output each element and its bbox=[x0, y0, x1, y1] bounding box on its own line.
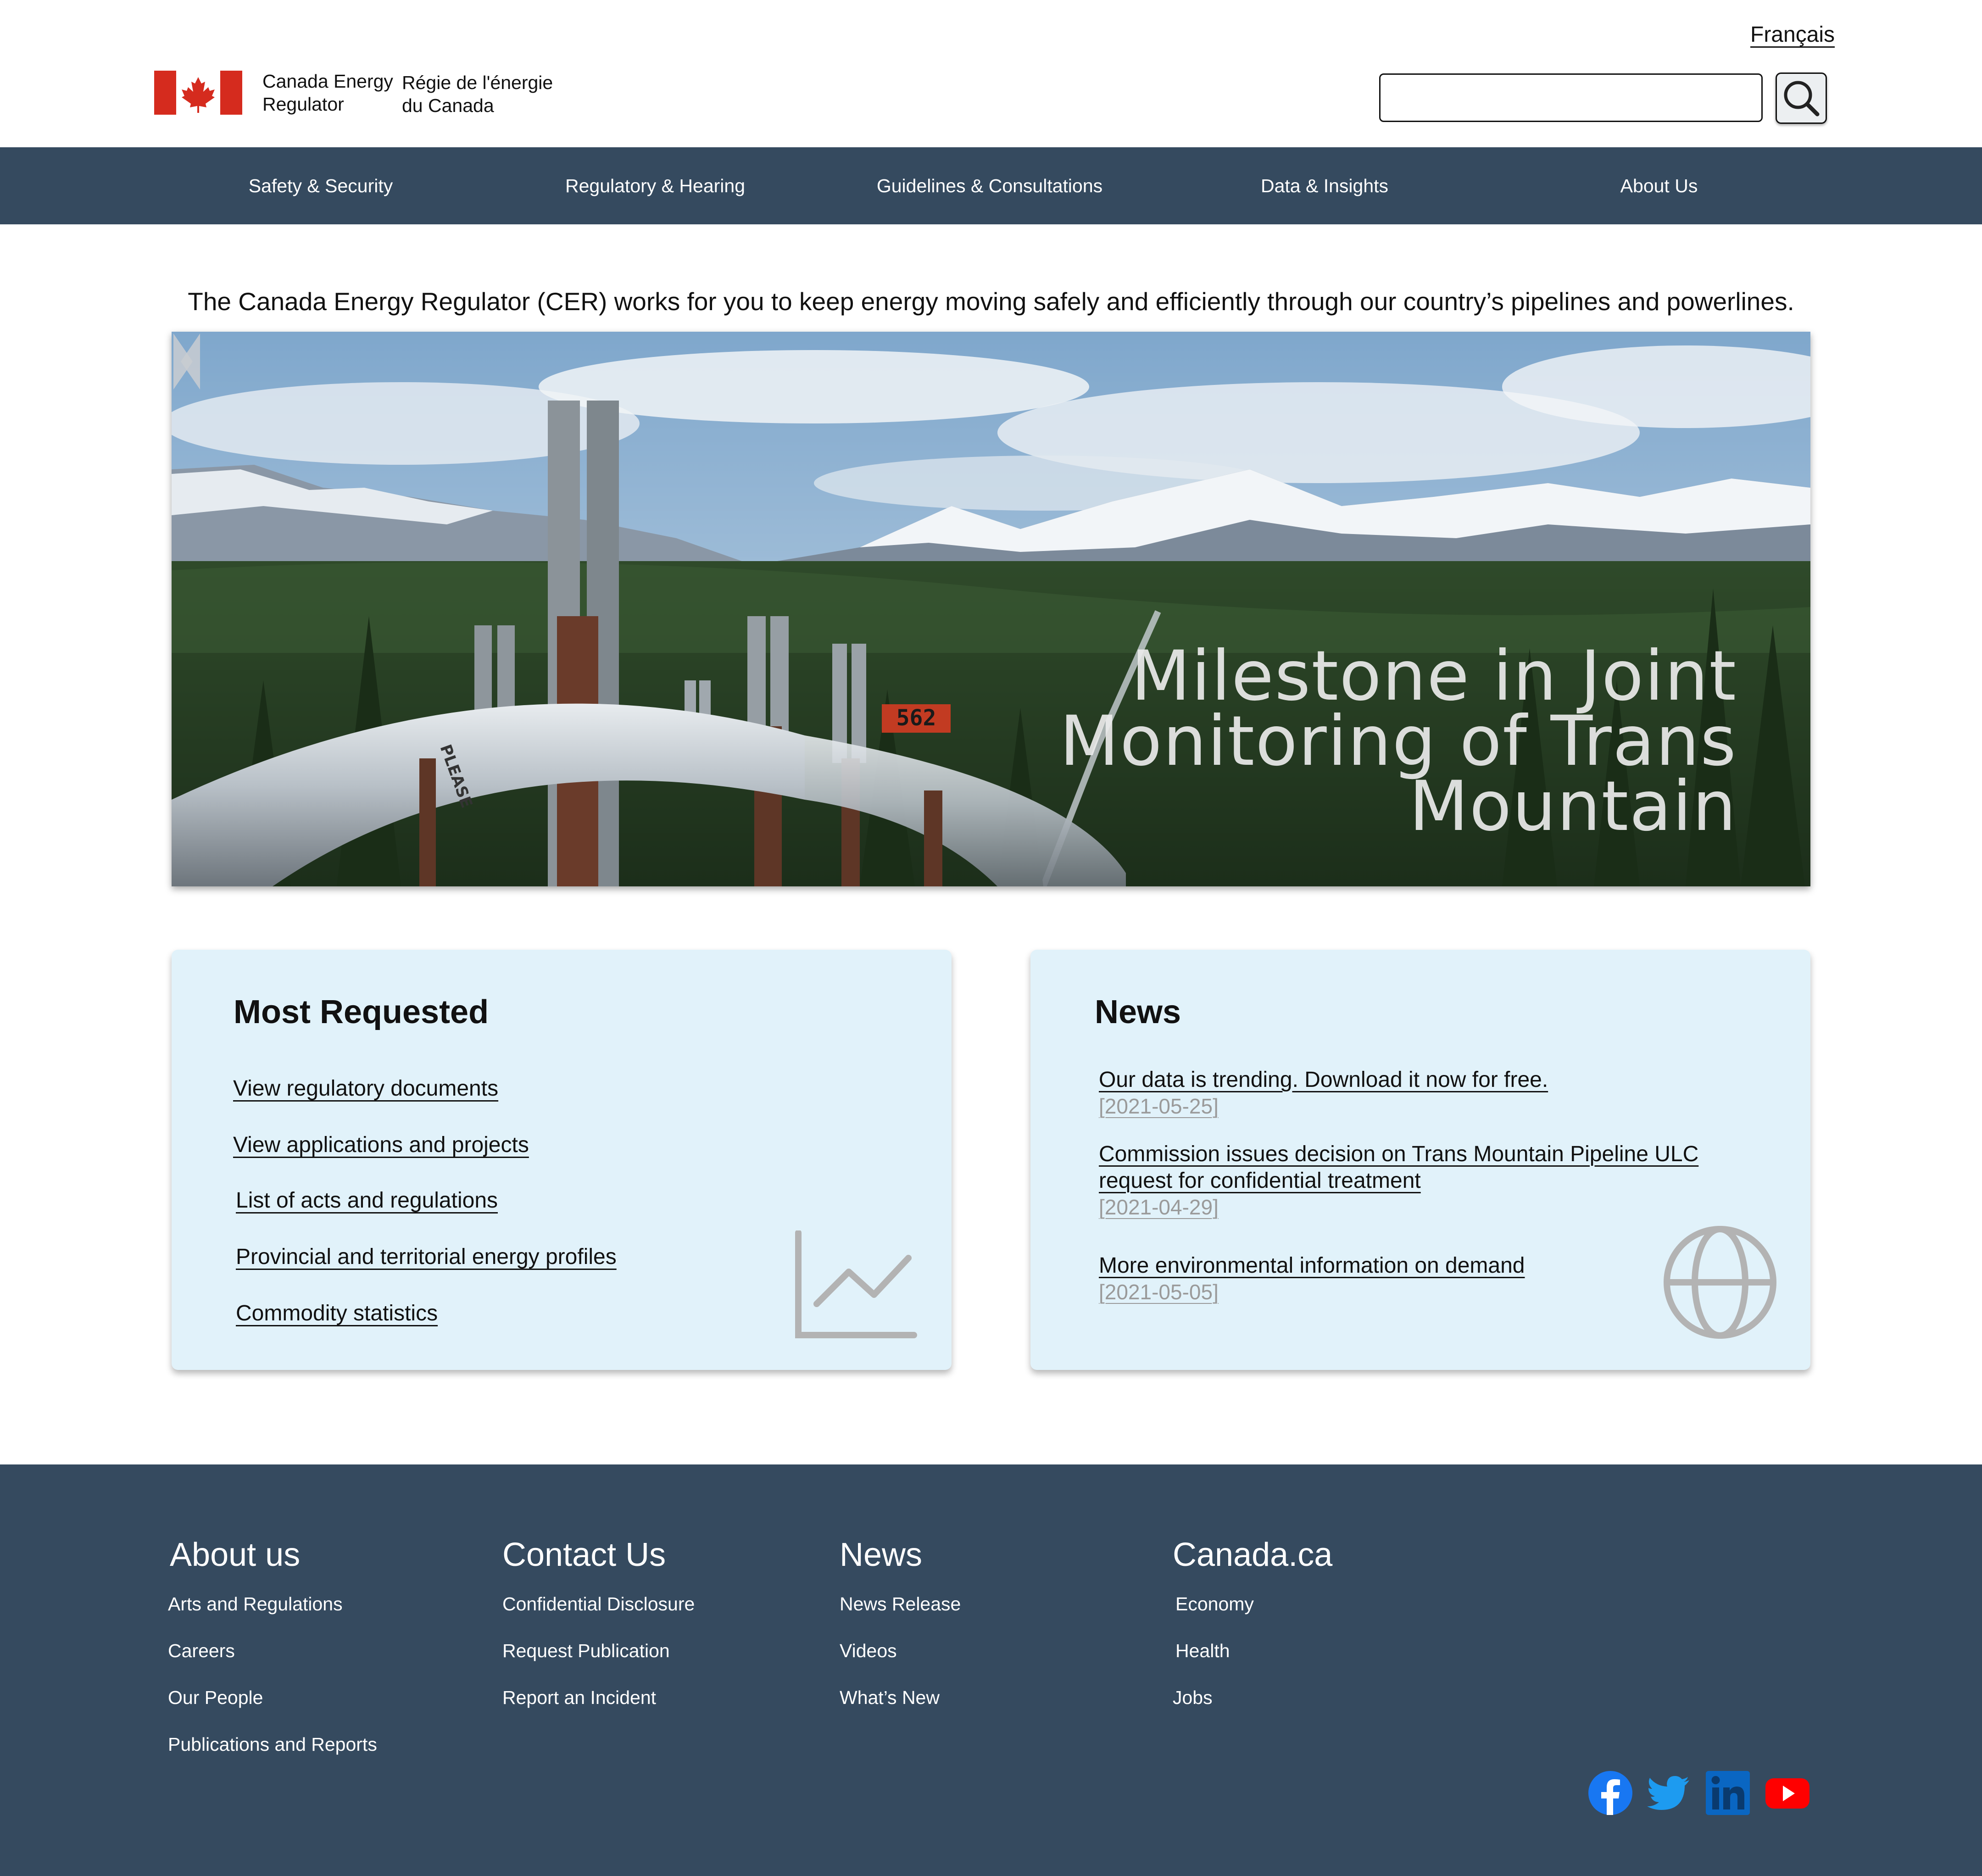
most-requested-link[interactable]: Provincial and territorial energy profil… bbox=[236, 1244, 617, 1269]
twitter-icon[interactable] bbox=[1646, 1770, 1692, 1816]
footer-column-about: About us Arts and Regulations Careers Ou… bbox=[168, 1536, 377, 1778]
footer-heading: Contact Us bbox=[502, 1536, 666, 1573]
most-requested-link[interactable]: List of acts and regulations bbox=[236, 1188, 498, 1213]
footer-link[interactable]: Economy bbox=[1175, 1591, 1332, 1638]
footer-heading: About us bbox=[170, 1536, 301, 1573]
hero-title[interactable]: Milestone in Joint Monitoring of Trans M… bbox=[911, 642, 1737, 841]
nav-item-data-insights[interactable]: Data & Insights bbox=[1261, 147, 1388, 224]
news-title: News bbox=[1095, 994, 1181, 1030]
nav-item-safety-security[interactable]: Safety & Security bbox=[249, 147, 393, 224]
footer-link[interactable]: Careers bbox=[168, 1638, 377, 1685]
nav-item-about-us[interactable]: About Us bbox=[1620, 147, 1698, 224]
intro-statement: The Canada Energy Regulator (CER) works … bbox=[188, 287, 1794, 316]
linkedin-icon[interactable] bbox=[1705, 1770, 1751, 1816]
footer-link[interactable]: Request Publication bbox=[502, 1638, 695, 1685]
news-date: [2021-05-05] bbox=[1099, 1280, 1219, 1304]
canada-flag-icon bbox=[154, 71, 242, 115]
footer-link[interactable]: Publications and Reports bbox=[168, 1731, 377, 1778]
nav-item-guidelines-consultations[interactable]: Guidelines & Consultations bbox=[877, 147, 1102, 224]
line-chart-icon bbox=[795, 1230, 917, 1338]
news-card: News Our data is trending. Download it n… bbox=[1030, 950, 1810, 1370]
hero-carousel[interactable]: 562 PLEASE Milestone in Joint Monitoring… bbox=[172, 332, 1810, 886]
nav-item-regulatory-hearing[interactable]: Regulatory & Hearing bbox=[565, 147, 745, 224]
footer-link[interactable]: Jobs bbox=[1173, 1685, 1332, 1731]
footer-link[interactable]: Our People bbox=[168, 1685, 377, 1731]
youtube-icon[interactable] bbox=[1765, 1770, 1810, 1816]
site-logo[interactable]: Canada Energy Regulator Régie de l'énerg… bbox=[154, 70, 567, 120]
news-date: [2021-04-29] bbox=[1099, 1195, 1219, 1219]
facebook-icon[interactable] bbox=[1587, 1770, 1633, 1816]
most-requested-title: Most Requested bbox=[234, 994, 489, 1030]
footer-link[interactable]: Report an Incident bbox=[502, 1685, 695, 1731]
news-item: Commission issues decision on Trans Moun… bbox=[1099, 1141, 1778, 1220]
globe-icon bbox=[1664, 1226, 1776, 1339]
brand-name-english: Canada Energy Regulator bbox=[262, 71, 393, 115]
footer-link[interactable]: Confidential Disclosure bbox=[502, 1591, 695, 1638]
main-navigation: Safety & Security Regulatory & Hearing G… bbox=[0, 147, 1982, 224]
search-input[interactable] bbox=[1379, 73, 1763, 122]
language-toggle-link[interactable]: Français bbox=[1750, 22, 1835, 47]
news-link[interactable]: Our data is trending. Download it now fo… bbox=[1099, 1067, 1778, 1093]
most-requested-link[interactable]: Commodity statistics bbox=[236, 1301, 438, 1326]
footer-heading: Canada.ca bbox=[1173, 1536, 1333, 1573]
footer-heading: News bbox=[840, 1536, 923, 1573]
news-item: Our data is trending. Download it now fo… bbox=[1099, 1067, 1778, 1119]
carousel-next-arrow-icon[interactable] bbox=[172, 332, 195, 391]
footer-link[interactable]: What’s New bbox=[840, 1685, 961, 1731]
footer-column-canada: Canada.ca Economy Health Jobs bbox=[1173, 1536, 1332, 1731]
most-requested-link[interactable]: View applications and projects bbox=[233, 1132, 529, 1158]
magnifier-icon bbox=[1784, 81, 1820, 117]
footer-column-contact: Contact Us Confidential Disclosure Reque… bbox=[502, 1536, 695, 1731]
search-button[interactable] bbox=[1776, 72, 1827, 124]
news-date: [2021-05-25] bbox=[1099, 1094, 1219, 1118]
most-requested-link[interactable]: View regulatory documents bbox=[233, 1076, 498, 1101]
footer-link[interactable]: Health bbox=[1175, 1638, 1332, 1685]
footer-column-news: News News Release Videos What’s New bbox=[840, 1536, 961, 1731]
footer-link[interactable]: Videos bbox=[840, 1638, 961, 1685]
site-footer: About us Arts and Regulations Careers Ou… bbox=[0, 1464, 1982, 1876]
footer-link[interactable]: News Release bbox=[840, 1591, 961, 1638]
news-link[interactable]: Commission issues decision on Trans Moun… bbox=[1099, 1141, 1778, 1194]
brand-name-french: Régie de l'énergie du Canada bbox=[402, 72, 553, 116]
most-requested-card: Most Requested View regulatory documents… bbox=[172, 950, 952, 1370]
footer-link[interactable]: Arts and Regulations bbox=[168, 1591, 377, 1638]
